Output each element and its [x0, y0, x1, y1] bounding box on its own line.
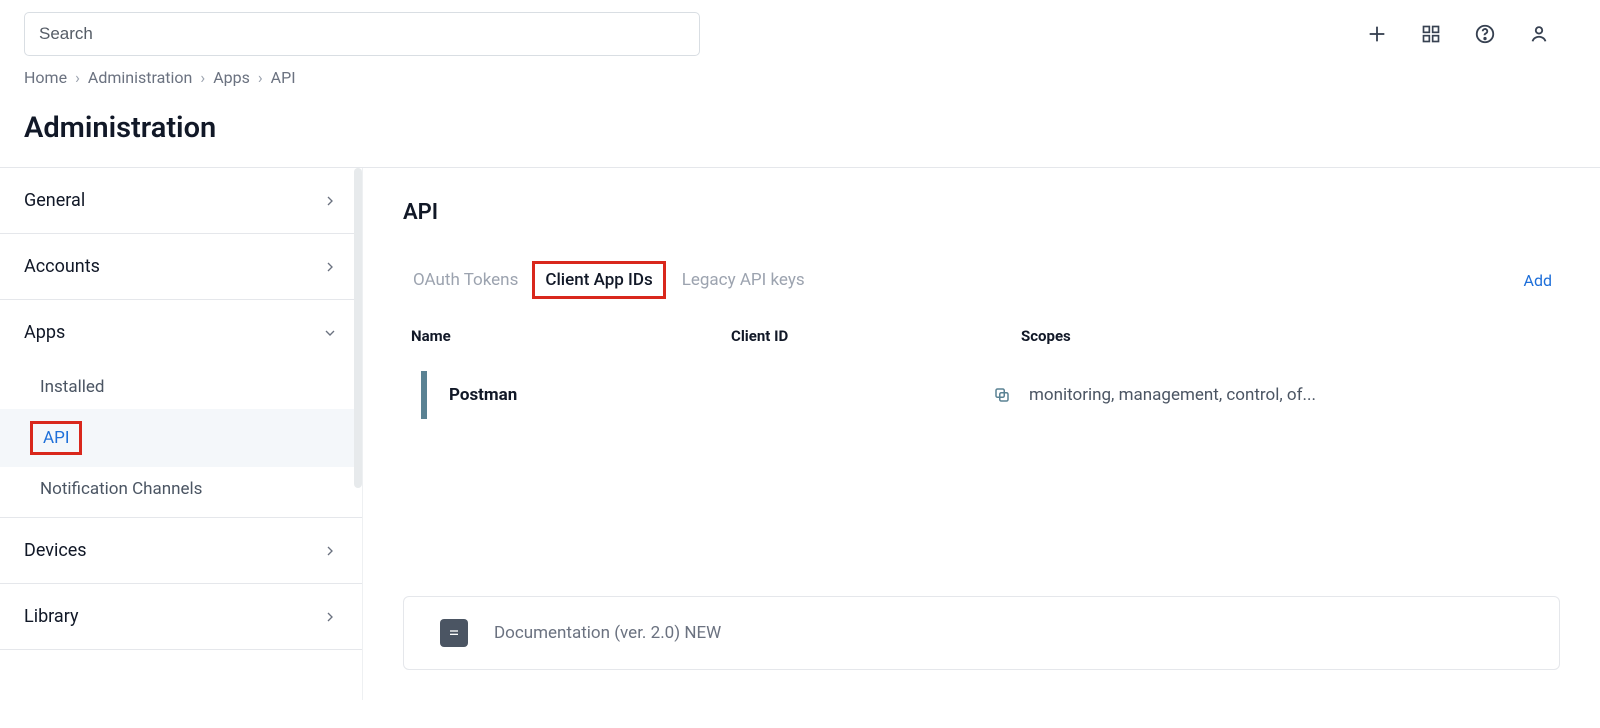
chevron-right-icon: ›: [75, 68, 80, 87]
sidebar-item-general[interactable]: General: [0, 168, 362, 233]
column-header-client-id: Client ID: [731, 327, 1021, 345]
sidebar-item-label: API: [30, 421, 82, 455]
row-name: Postman: [449, 385, 739, 405]
section-title: API: [403, 200, 1560, 225]
column-header-name: Name: [411, 327, 731, 345]
plus-icon[interactable]: [1364, 21, 1390, 47]
help-icon[interactable]: [1472, 21, 1498, 47]
sidebar: General Accounts Apps: [0, 168, 363, 700]
chevron-right-icon: ›: [200, 68, 205, 87]
documentation-label: Documentation (ver. 2.0) NEW: [494, 623, 721, 643]
row-client-id: [739, 386, 1029, 404]
chevron-right-icon: [322, 193, 338, 209]
breadcrumb-apps[interactable]: Apps: [213, 68, 250, 87]
sidebar-item-apps[interactable]: Apps: [0, 300, 362, 365]
sidebar-subitem-installed[interactable]: Installed: [0, 365, 362, 409]
user-icon[interactable]: [1526, 21, 1552, 47]
table-row[interactable]: Postman monitoring, management, control,…: [403, 357, 1560, 433]
column-header-scopes: Scopes: [1021, 327, 1552, 345]
grid-icon[interactable]: [1418, 21, 1444, 47]
chevron-right-icon: [322, 259, 338, 275]
add-button[interactable]: Add: [1524, 271, 1560, 290]
sidebar-item-label: General: [24, 190, 85, 211]
chevron-right-icon: [322, 543, 338, 559]
sidebar-item-label: Devices: [24, 540, 87, 561]
chevron-down-icon: [322, 325, 338, 341]
scrollbar[interactable]: [354, 168, 362, 488]
sidebar-item-label: Installed: [40, 377, 104, 397]
main-content: API OAuth Tokens Client App IDs Legacy A…: [363, 168, 1600, 700]
sidebar-item-devices[interactable]: Devices: [0, 518, 362, 583]
sidebar-item-library[interactable]: Library: [0, 584, 362, 649]
search-input[interactable]: [24, 12, 700, 56]
table-header: Name Client ID Scopes: [403, 315, 1560, 357]
sidebar-item-label: Library: [24, 606, 79, 627]
chevron-right-icon: [322, 609, 338, 625]
breadcrumb-home[interactable]: Home: [24, 68, 67, 87]
row-scopes: monitoring, management, control, of...: [1029, 385, 1316, 405]
sidebar-item-label: Notification Channels: [40, 479, 202, 499]
breadcrumb-administration[interactable]: Administration: [88, 68, 193, 87]
tab-legacy-api-keys[interactable]: Legacy API keys: [672, 262, 815, 298]
documentation-card[interactable]: Documentation (ver. 2.0) NEW: [403, 596, 1560, 670]
sidebar-item-label: Apps: [24, 322, 65, 343]
page-title: Administration: [0, 99, 1600, 167]
tab-oauth-tokens[interactable]: OAuth Tokens: [403, 262, 528, 298]
chevron-right-icon: ›: [258, 68, 263, 87]
tabs: OAuth Tokens Client App IDs Legacy API k…: [403, 261, 815, 299]
breadcrumb: Home › Administration › Apps › API: [0, 64, 1600, 99]
breadcrumb-api[interactable]: API: [271, 68, 296, 87]
sidebar-item-accounts[interactable]: Accounts: [0, 234, 362, 299]
tab-client-app-ids[interactable]: Client App IDs: [532, 261, 665, 299]
sidebar-subitem-api[interactable]: API: [0, 409, 362, 467]
book-icon: [440, 619, 468, 647]
sidebar-subitem-notification-channels[interactable]: Notification Channels: [0, 467, 362, 511]
sidebar-item-label: Accounts: [24, 256, 100, 277]
copy-icon[interactable]: [993, 386, 1011, 404]
top-icon-bar: [1364, 21, 1576, 47]
row-accent-bar: [421, 371, 427, 419]
